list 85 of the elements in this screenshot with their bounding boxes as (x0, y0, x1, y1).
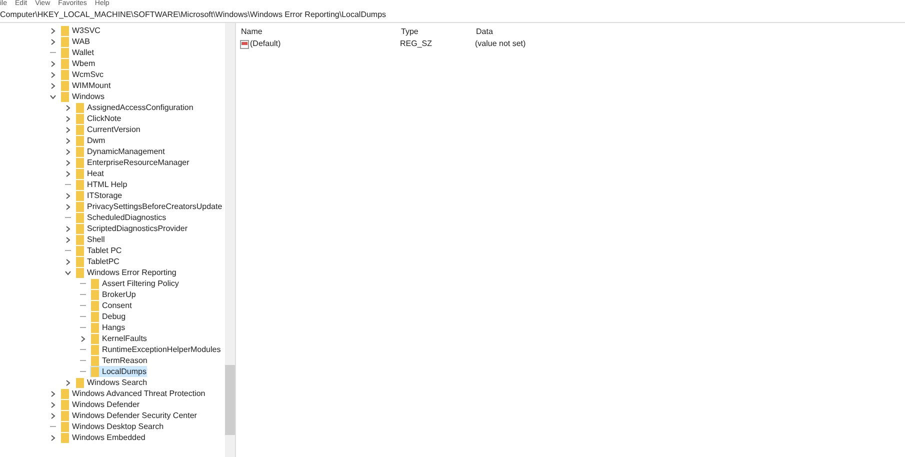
tree-item[interactable]: Heat (75, 168, 105, 179)
tree-item[interactable]: AssignedAccessConfiguration (75, 102, 194, 113)
tree-line-icon (80, 283, 86, 284)
chevron-right-icon[interactable] (65, 236, 71, 242)
tree-item[interactable]: Windows Desktop Search (60, 421, 165, 432)
tree-item[interactable]: TabletPC (75, 256, 120, 267)
chevron-right-icon[interactable] (65, 160, 71, 166)
chevron-right-icon[interactable] (80, 336, 86, 342)
chevron-right-icon[interactable] (65, 126, 71, 132)
tree-item[interactable]: ScheduledDiagnostics (75, 212, 168, 223)
tree-line-icon (80, 371, 86, 372)
tree-line-icon (65, 217, 71, 218)
chevron-right-icon[interactable] (50, 28, 56, 34)
tree-item[interactable]: ScriptedDiagnosticsProvider (75, 223, 188, 234)
tree-item[interactable]: Wbem (60, 58, 96, 69)
tree-item[interactable]: Shell (75, 234, 106, 245)
value-data: (value not set) (475, 38, 527, 50)
tree-line-icon (80, 327, 86, 328)
scrollbar-thumb[interactable] (225, 365, 235, 435)
tree-item[interactable]: BrokerUp (90, 289, 137, 300)
tree-line-icon (65, 250, 71, 251)
chevron-right-icon[interactable] (65, 116, 71, 122)
tree-item[interactable]: ITStorage (75, 190, 124, 201)
tree-item[interactable]: HTML Help (75, 179, 128, 190)
tree-item[interactable]: RuntimeExceptionHelperModules (90, 344, 222, 355)
tree-item[interactable]: LocalDumps (90, 366, 148, 377)
tree-item[interactable]: KernelFaults (90, 333, 148, 344)
tree-line-icon (80, 316, 86, 317)
value-type: REG_SZ (400, 38, 434, 50)
chevron-down-icon[interactable] (65, 270, 71, 276)
tree-item[interactable]: W3SVC (60, 25, 102, 36)
tree-item[interactable]: Windows (60, 91, 106, 102)
chevron-right-icon[interactable] (65, 192, 71, 198)
chevron-right-icon[interactable] (50, 412, 56, 418)
chevron-right-icon[interactable] (65, 148, 71, 154)
tree-line-icon (80, 360, 86, 361)
tree-item[interactable]: Wallet (60, 47, 95, 58)
value-name: (Default) (250, 38, 281, 50)
chevron-right-icon[interactable] (65, 138, 71, 144)
tree-item[interactable]: DynamicManagement (75, 146, 166, 157)
tree-item[interactable]: Windows Search (75, 377, 148, 388)
tree-item[interactable]: Windows Defender (60, 399, 141, 410)
chevron-right-icon[interactable] (65, 170, 71, 176)
tree-item[interactable]: Consent (90, 300, 133, 311)
chevron-right-icon[interactable] (65, 226, 71, 232)
string-value-icon (240, 40, 249, 48)
column-header[interactable]: Data (475, 26, 595, 38)
tree-item[interactable]: CurrentVersion (75, 124, 142, 135)
column-header[interactable]: Type (400, 26, 475, 38)
chevron-right-icon[interactable] (50, 390, 56, 396)
tree-item[interactable]: Windows Advanced Threat Protection (60, 388, 206, 399)
tree-item[interactable]: Assert Filtering Policy (90, 278, 180, 289)
tree-item[interactable]: Dwm (75, 135, 106, 146)
tree-item[interactable]: Windows Error Reporting (75, 267, 178, 278)
tree-line-icon (65, 184, 71, 185)
chevron-right-icon[interactable] (65, 204, 71, 210)
tree-line-icon (80, 349, 86, 350)
tree-item[interactable]: Hangs (90, 322, 126, 333)
tree-item[interactable]: PrivacySettingsBeforeCreatorsUpdate (75, 201, 224, 212)
chevron-down-icon[interactable] (50, 94, 56, 100)
chevron-right-icon[interactable] (50, 60, 56, 66)
chevron-right-icon[interactable] (50, 82, 56, 88)
tree-item[interactable]: Windows Embedded (60, 432, 146, 443)
tree-item[interactable]: Debug (90, 311, 127, 322)
chevron-right-icon[interactable] (65, 258, 71, 264)
tree-item[interactable]: WIMMount (60, 80, 112, 91)
tree-line-icon (80, 305, 86, 306)
address-bar[interactable]: Computer\HKEY_LOCAL_MACHINE\SOFTWARE\Microsoft\Windows\Windows Error Reporting\LocalDumps (0, 8, 905, 23)
chevron-right-icon[interactable] (65, 380, 71, 386)
tree-line-icon (50, 426, 56, 427)
tree-item[interactable]: WcmSvc (60, 69, 105, 80)
tree-item[interactable]: Tablet PC (75, 245, 123, 256)
tree-item[interactable]: EnterpriseResourceManager (75, 157, 190, 168)
tree-item[interactable]: WAB (60, 36, 91, 47)
tree-item[interactable]: ClickNote (75, 113, 122, 124)
chevron-right-icon[interactable] (50, 38, 56, 44)
column-header[interactable]: Name (240, 26, 400, 38)
tree-item[interactable]: Windows Defender Security Center (60, 410, 198, 421)
chevron-right-icon[interactable] (50, 72, 56, 78)
tree-line-icon (50, 52, 56, 53)
tree-line-icon (80, 294, 86, 295)
chevron-right-icon[interactable] (50, 402, 56, 408)
tree-item[interactable]: TermReason (90, 355, 148, 366)
chevron-right-icon[interactable] (65, 104, 71, 110)
chevron-right-icon[interactable] (50, 434, 56, 440)
